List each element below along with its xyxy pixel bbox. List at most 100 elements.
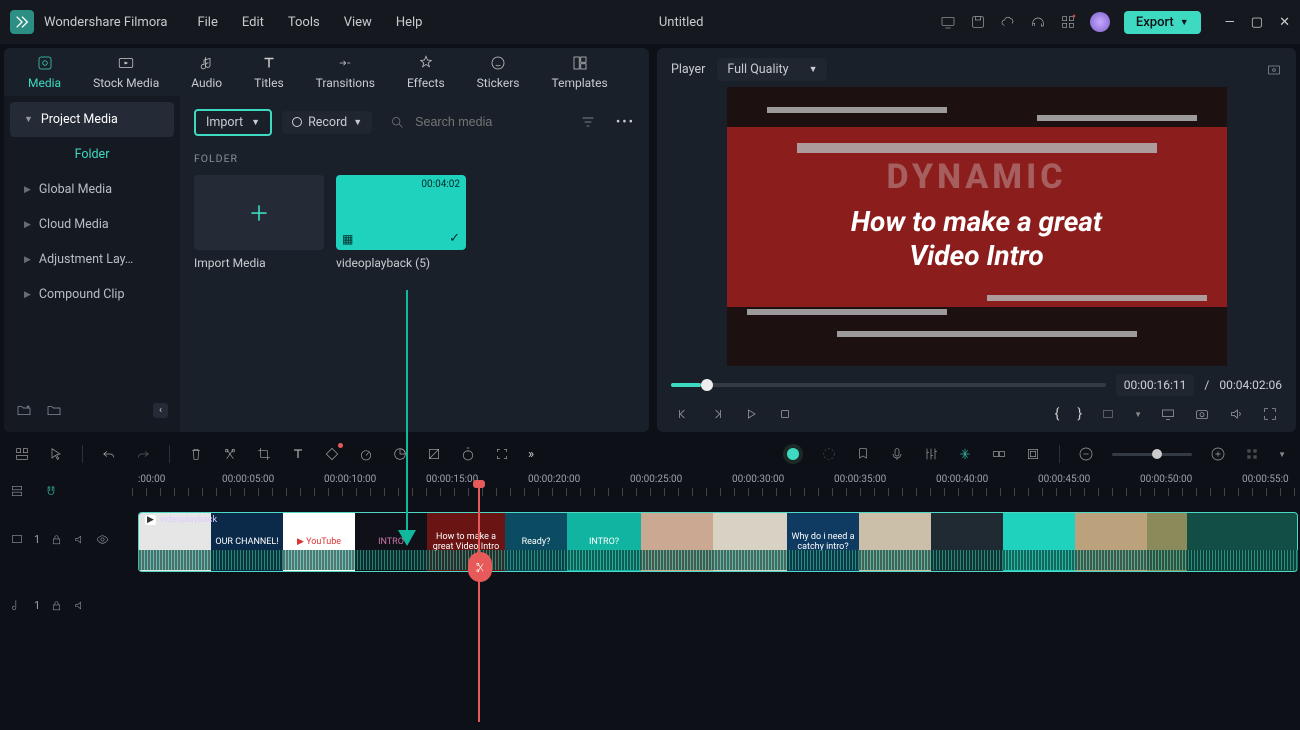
save-icon[interactable] — [970, 14, 986, 30]
sidebar-project-media[interactable]: ▼ Project Media — [10, 102, 174, 137]
chevron-down-icon: ▼ — [353, 117, 362, 128]
sidebar-adjustment-layer[interactable]: ▶Adjustment Lay… — [10, 242, 174, 277]
snapshot-icon[interactable] — [1194, 406, 1210, 422]
quality-select[interactable]: Full Quality ▼ — [717, 58, 827, 81]
group-icon[interactable] — [1025, 446, 1041, 462]
sidebar-global-media[interactable]: ▶Global Media — [10, 172, 174, 207]
avatar[interactable] — [1090, 12, 1110, 32]
menu-view[interactable]: View — [344, 15, 372, 30]
timer-icon[interactable] — [460, 446, 476, 462]
stop-icon[interactable] — [777, 406, 793, 422]
crop-icon[interactable] — [256, 446, 272, 462]
layout-icon[interactable] — [14, 446, 30, 462]
new-folder-icon[interactable] — [16, 402, 32, 418]
search-icon[interactable] — [390, 115, 405, 130]
delete-icon[interactable] — [188, 446, 204, 462]
export-button[interactable]: Export ▼ — [1124, 11, 1201, 34]
tab-transitions[interactable]: Transitions — [316, 54, 375, 90]
media-clip-card[interactable]: 00:04:02 ▦ ✓ videoplayback (5) — [336, 175, 466, 270]
monitor-icon[interactable] — [940, 14, 956, 30]
expand-icon[interactable] — [494, 446, 510, 462]
split-icon[interactable] — [222, 446, 238, 462]
visibility-icon[interactable] — [96, 533, 109, 546]
collapse-sidebar-icon[interactable]: ‹ — [153, 403, 168, 418]
text-icon[interactable] — [290, 446, 306, 462]
aspect-icon[interactable] — [1100, 406, 1116, 422]
magnet-icon[interactable] — [44, 484, 58, 498]
scrubber[interactable] — [671, 383, 1106, 387]
mark-in-icon[interactable]: { — [1055, 406, 1060, 422]
sidebar-compound-clip[interactable]: ▶Compound Clip — [10, 277, 174, 312]
zoom-out-icon[interactable] — [1078, 446, 1094, 462]
mask-icon[interactable] — [426, 446, 442, 462]
link-icon[interactable] — [991, 446, 1007, 462]
mic-icon[interactable] — [889, 446, 905, 462]
import-media-card[interactable]: Import Media — [194, 175, 324, 270]
lock-icon[interactable] — [50, 599, 63, 612]
audio-waveform[interactable] — [138, 550, 1298, 570]
tab-media[interactable]: Media — [28, 54, 61, 90]
timeline: 1 1 ▶ videoplayback OUR CHANNEL!▶ YouTub… — [0, 502, 1300, 700]
tab-stickers[interactable]: Stickers — [477, 54, 520, 90]
cut-marker[interactable] — [468, 552, 492, 582]
chevron-down-icon[interactable]: ▼ — [1134, 410, 1142, 419]
volume-icon[interactable] — [1228, 406, 1244, 422]
mark-out-icon[interactable]: } — [1077, 406, 1082, 422]
speed-icon[interactable] — [358, 446, 374, 462]
tab-stock-media[interactable]: Stock Media — [93, 54, 159, 90]
tab-effects[interactable]: Effects — [407, 54, 445, 90]
headphones-icon[interactable] — [1030, 14, 1046, 30]
keyframe-icon[interactable] — [324, 446, 340, 462]
play-icon[interactable] — [743, 406, 759, 422]
track-manage-icon[interactable] — [10, 484, 24, 498]
audio-mix-icon[interactable] — [923, 446, 939, 462]
minimize-icon[interactable]: ― — [1225, 15, 1235, 30]
tab-audio[interactable]: Audio — [191, 54, 222, 90]
tab-templates[interactable]: Templates — [552, 54, 608, 90]
sidebar-cloud-media[interactable]: ▶Cloud Media — [10, 207, 174, 242]
menu-help[interactable]: Help — [396, 15, 423, 30]
undo-icon[interactable] — [101, 446, 117, 462]
marker-icon[interactable] — [855, 446, 871, 462]
current-time: 00:00:16:11 — [1116, 374, 1195, 396]
more-icon[interactable]: ••• — [616, 115, 635, 130]
menu-edit[interactable]: Edit — [242, 15, 264, 30]
ai-icon[interactable] — [783, 444, 803, 464]
playhead[interactable] — [478, 482, 480, 722]
chevron-down-icon: ▼ — [809, 64, 818, 75]
fullscreen-icon[interactable] — [1262, 406, 1278, 422]
render-icon[interactable] — [821, 446, 837, 462]
zoom-slider[interactable] — [1112, 453, 1192, 456]
sidebar-folder-tab[interactable]: Folder — [10, 137, 174, 172]
folder-icon[interactable] — [46, 402, 62, 418]
more-tools-icon[interactable]: » — [528, 447, 534, 462]
cursor-icon[interactable] — [48, 446, 64, 462]
filter-icon[interactable] — [580, 114, 596, 130]
menu-tools[interactable]: Tools — [288, 15, 320, 30]
mute-icon[interactable] — [73, 533, 86, 546]
timeline-ruler[interactable]: :00:00 00:00:05:00 00:00:10:00 00:00:15:… — [42, 472, 1300, 502]
mute-icon[interactable] — [73, 599, 86, 612]
display-icon[interactable] — [1160, 406, 1176, 422]
lock-icon[interactable] — [50, 533, 63, 546]
record-button[interactable]: Record ▼ — [282, 111, 372, 134]
apps-icon[interactable] — [1060, 14, 1076, 30]
audio-track-num: 1 — [34, 599, 40, 612]
chevron-down-icon[interactable]: ▼ — [1278, 450, 1286, 459]
record-dot-icon — [292, 117, 302, 127]
tab-titles[interactable]: Titles — [254, 54, 283, 90]
snapshot-settings-icon[interactable] — [1266, 62, 1282, 78]
close-icon[interactable]: ✕ — [1279, 15, 1290, 30]
prev-frame-icon[interactable] — [675, 406, 691, 422]
redo-icon[interactable] — [135, 446, 151, 462]
view-grid-icon[interactable] — [1244, 446, 1260, 462]
search-input[interactable] — [415, 115, 535, 129]
maximize-icon[interactable]: ▢ — [1251, 15, 1263, 30]
preview-viewport[interactable]: DYNAMIC How to make a great Video Intro — [727, 87, 1227, 366]
next-frame-icon[interactable] — [709, 406, 725, 422]
import-button[interactable]: Import ▼ — [194, 109, 272, 136]
menu-file[interactable]: File — [197, 15, 217, 30]
auto-ripple-icon[interactable] — [957, 446, 973, 462]
cloud-icon[interactable] — [1000, 14, 1016, 30]
zoom-in-icon[interactable] — [1210, 446, 1226, 462]
